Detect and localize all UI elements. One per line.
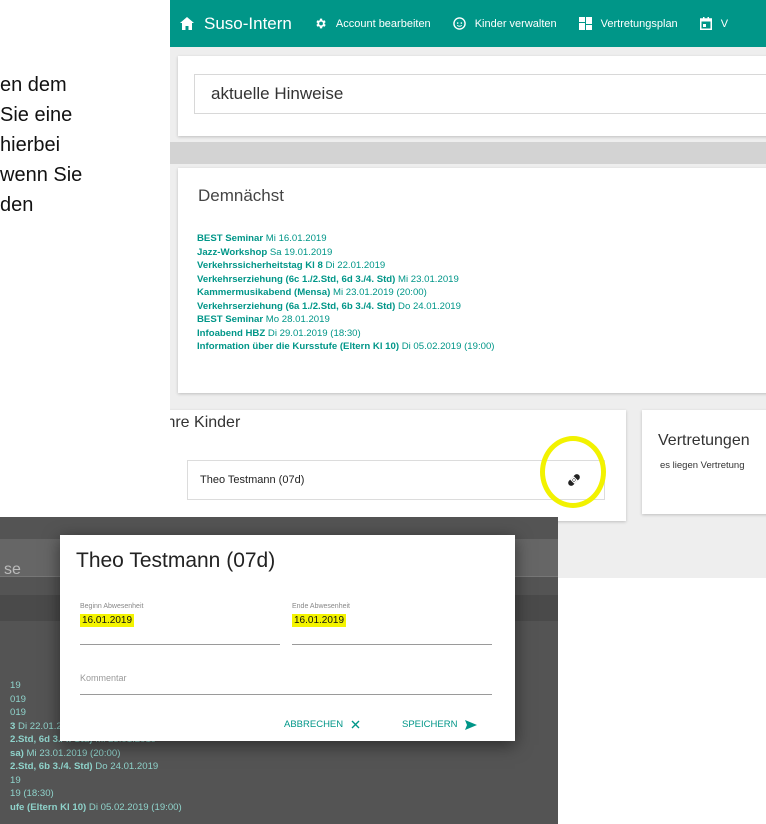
event-name: Verkehrssicherheitstag Kl 8 <box>197 260 323 271</box>
event-item[interactable]: Jazz-Workshop Sa 19.01.2019 <box>197 246 495 260</box>
event-list: BEST Seminar Mi 16.01.2019 Jazz-Workshop… <box>197 232 495 354</box>
document-text-fragment: en dem Sie eine hierbei wenn Sie den <box>0 70 170 220</box>
background-event: 2.Std, 6b 3./4. Std) Do 24.01.2019 <box>10 761 159 772</box>
send-icon <box>465 719 478 730</box>
event-date: Di 05.02.2019 (19:00) <box>401 341 495 352</box>
event-date: Do 24.01.2019 <box>398 300 461 312</box>
event-name: Infoabend HBZ <box>197 327 266 339</box>
field-underline <box>80 694 492 695</box>
dialog-title: Theo Testmann (07d) <box>76 549 276 572</box>
child-face-icon <box>452 17 466 30</box>
background-event: ufe (Eltern Kl 10) Di 05.02.2019 (19:00) <box>10 801 182 813</box>
save-button[interactable]: SPEICHERN <box>402 719 478 730</box>
doc-line: en dem <box>0 74 67 96</box>
vertretungen-card: Vertretungen es liegen Vertretung <box>642 410 766 514</box>
begin-date-value[interactable]: 16.01.2019 <box>80 614 135 627</box>
nav-account-bearbeiten[interactable]: Account bearbeiten <box>314 17 431 30</box>
event-date: Di 29.01.2019 (18:30) <box>267 327 361 339</box>
event-date: Mi 23.01.2019 (20:00) <box>332 287 427 298</box>
end-date-value[interactable]: 16.01.2019 <box>292 614 347 627</box>
event-name: BEST Seminar <box>197 314 264 325</box>
event-date: Mi 16.01.2019 <box>265 233 327 244</box>
doc-line: wenn Sie <box>0 164 83 186</box>
event-name: Jazz-Workshop <box>197 246 268 258</box>
child-name: Theo Testmann (07d) <box>200 474 305 486</box>
begin-date-label: Beginn Abwesenheit <box>80 603 144 610</box>
save-label: SPEICHERN <box>402 719 458 730</box>
event-date: Mo 28.01.2019 <box>265 314 330 325</box>
end-date-field[interactable]: Ende Abwesenheit 16.01.2019 <box>292 603 492 645</box>
doc-line: hierbei <box>0 134 61 156</box>
home-icon <box>180 17 194 30</box>
brand-title: Suso-Intern <box>204 13 292 33</box>
event-date: Di 22.01.2019 <box>325 260 386 271</box>
demnaechst-title: Demnächst <box>198 186 284 205</box>
suso-intern-screenshot: Suso-Intern Account bearbeiten Kinder ve… <box>170 0 766 578</box>
section-divider <box>170 142 766 164</box>
event-name: Information über die Kursstufe (Eltern K… <box>197 341 400 352</box>
event-name: BEST Seminar <box>197 233 264 244</box>
doc-line: den <box>0 194 34 216</box>
background-event: sa) Mi 23.01.2019 (20:00) <box>10 747 121 759</box>
event-item[interactable]: Infoabend HBZ Di 29.01.2019 (18:30) <box>197 327 495 341</box>
field-underline <box>292 644 492 645</box>
cancel-button[interactable]: ABBRECHEN <box>284 719 360 730</box>
nav-label: Vertretungsplan <box>600 17 678 30</box>
end-date-label: Ende Abwesenheit <box>292 603 350 610</box>
begin-date-field[interactable]: Beginn Abwesenheit 16.01.2019 <box>80 603 280 645</box>
kinder-title: Ihre Kinder <box>170 414 241 431</box>
vertretungen-title: Vertretungen <box>658 432 750 449</box>
nav-label: V <box>720 17 729 30</box>
nav-kinder-verwalten[interactable]: Kinder verwalten <box>452 17 557 30</box>
comment-placeholder: Kommentar <box>80 673 127 683</box>
grid-icon <box>578 17 592 30</box>
navbar: Suso-Intern Account bearbeiten Kinder ve… <box>170 0 766 47</box>
event-item[interactable]: Verkehrssicherheitstag Kl 8 Di 22.01.201… <box>197 259 495 273</box>
hinweise-field[interactable]: aktuelle Hinweise <box>194 74 766 114</box>
event-item[interactable]: Verkehrserziehung (6c 1./2.Std, 6d 3./4.… <box>197 273 495 287</box>
absence-dialog-screenshot: se 19 019 019 3 Di 22.01.2 2.Std, 6d 3./… <box>0 517 558 824</box>
event-date: Sa 19.01.2019 <box>269 246 333 258</box>
nav-home-link[interactable]: Suso-Intern <box>180 14 292 34</box>
event-name: Kammermusikabend (Mensa) <box>197 287 331 298</box>
cancel-label: ABBRECHEN <box>284 719 344 730</box>
nav-calendar[interactable]: V <box>699 17 729 30</box>
calendar-icon <box>699 17 712 30</box>
event-item[interactable]: Verkehrserziehung (6a 1./2.Std, 6b 3./4.… <box>197 300 495 314</box>
event-item[interactable]: Information über die Kursstufe (Eltern K… <box>197 340 495 354</box>
event-name: Verkehrserziehung (6a 1./2.Std, 6b 3./4.… <box>197 300 396 312</box>
background-field-text: se <box>4 561 21 578</box>
field-underline <box>80 644 280 645</box>
close-icon <box>351 720 360 729</box>
highlight-circle <box>540 436 606 508</box>
vertretungen-text: es liegen Vertretung <box>660 460 745 471</box>
event-date: Mi 23.01.2019 <box>398 273 459 285</box>
event-name: Verkehrserziehung (6c 1./2.Std, 6d 3./4.… <box>197 273 396 285</box>
event-item[interactable]: BEST Seminar Mo 28.01.2019 <box>197 313 495 327</box>
hinweise-card: aktuelle Hinweise <box>178 56 766 136</box>
doc-line: Sie eine <box>0 104 73 126</box>
nav-label: Account bearbeiten <box>335 17 431 30</box>
gear-icon <box>314 17 327 30</box>
nav-label: Kinder verwalten <box>474 17 557 30</box>
event-item[interactable]: Kammermusikabend (Mensa) Mi 23.01.2019 (… <box>197 286 495 300</box>
nav-vertretungsplan[interactable]: Vertretungsplan <box>578 17 678 30</box>
comment-field[interactable]: Kommentar <box>80 663 492 695</box>
background-event: 19 <box>10 774 21 786</box>
background-event: 19 (18:30) <box>10 788 54 799</box>
event-item[interactable]: BEST Seminar Mi 16.01.2019 <box>197 232 495 246</box>
demnaechst-card: Demnächst BEST Seminar Mi 16.01.2019 Jaz… <box>178 168 766 393</box>
absence-dialog: Theo Testmann (07d) Beginn Abwesenheit 1… <box>60 535 515 741</box>
